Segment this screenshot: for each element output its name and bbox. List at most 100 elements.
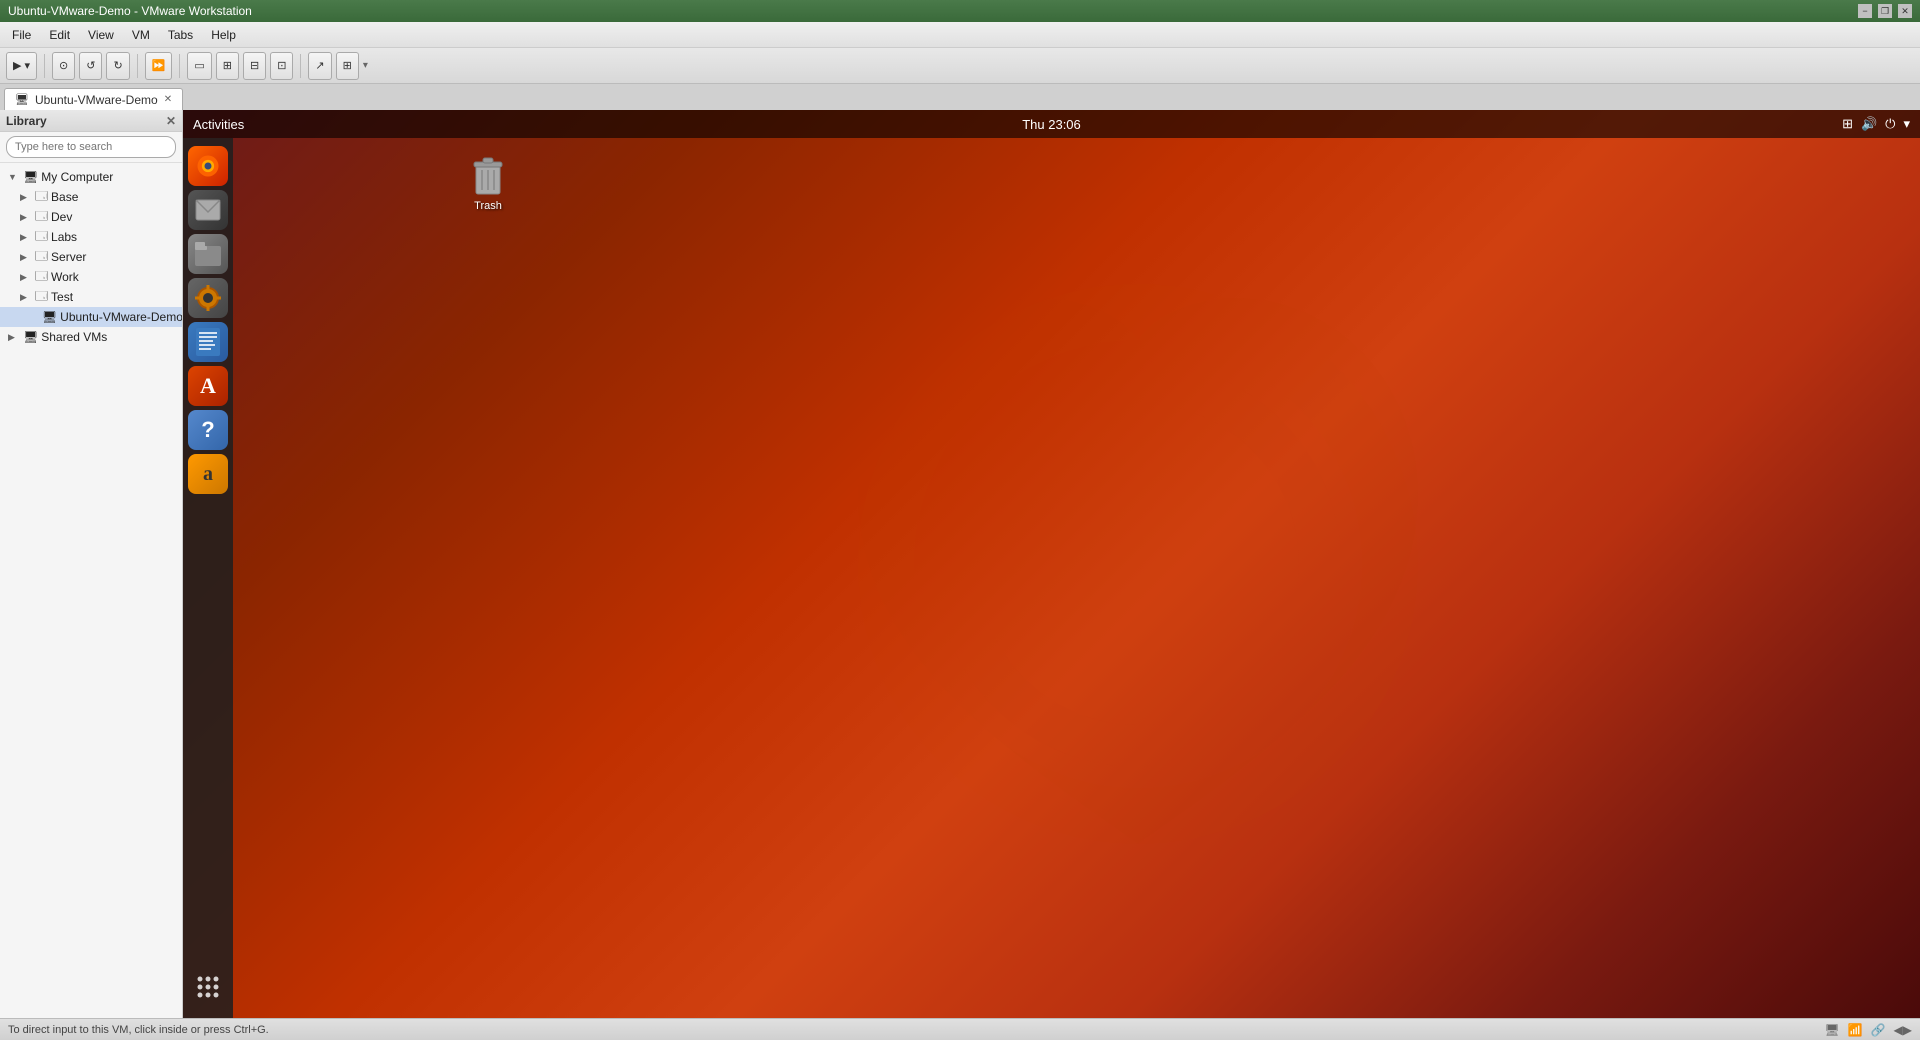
sidebar: Library ✕ ▼ 🖥 My Computer ▶ 🗔 Base ▶ 🗔 D… [0,110,183,1018]
trash-icon[interactable]: Trash [453,150,523,216]
unity-button[interactable]: ⊞ [336,52,359,80]
revert-icon: ↺ [86,59,95,72]
active-tab[interactable]: 🖥 Ubuntu-VMware-Demo ✕ [4,88,183,110]
dock-email[interactable] [188,190,228,230]
library-search-input[interactable] [6,136,176,158]
replay-button[interactable]: ↻ [106,52,129,80]
ubuntu-dock: A ? a [183,138,233,1018]
library-header: Library ✕ [0,110,182,132]
trash-icon-image [466,154,510,198]
tree-base-label: Base [51,190,78,204]
tree-ubuntu-demo[interactable]: ▶ 🖥 Ubuntu-VMware-Demo [0,307,182,327]
dock-files[interactable] [188,234,228,274]
restore-button[interactable]: ❐ [1878,4,1892,18]
tree-expand-base: ▶ [20,192,32,203]
tree-expand-labs: ▶ [20,232,32,243]
suspend-icon: ⊙ [59,59,68,72]
volume-icon[interactable]: 🔊 [1861,116,1877,132]
tab-close-button[interactable]: ✕ [164,94,172,105]
tree-labs[interactable]: ▶ 🗔 Labs [0,227,182,247]
titlebar-controls: − ❐ ✕ [1858,4,1912,18]
power-systray-icon[interactable]: ⏻ [1885,116,1895,132]
tree-server[interactable]: ▶ 🗔 Server [0,247,182,267]
menu-tabs[interactable]: Tabs [160,26,201,44]
tree-expand-shared: ▶ [8,332,20,343]
view-single-button[interactable]: ▭ [187,52,211,80]
view-split-h-button[interactable]: ⊞ [216,52,239,80]
tree-server-label: Server [51,250,86,264]
tree-my-computer-label: My Computer [41,170,113,184]
computer-icon: 🖥 [23,170,38,184]
menubar: File Edit View VM Tabs Help [0,22,1920,48]
ubuntu-desktop[interactable]: Activities Thu 23:06 ⊞ 🔊 ⏻ ▾ [183,110,1920,1018]
fullscreen-button[interactable]: ↗ [308,52,331,80]
tree-work[interactable]: ▶ 🗔 Work [0,267,182,287]
menu-view[interactable]: View [80,26,122,44]
vm-icon-ubuntu: 🖥 [42,310,57,324]
tree-dev-label: Dev [51,210,72,224]
send-button[interactable]: ⏩ [145,52,173,80]
revert-button[interactable]: ↺ [79,52,102,80]
power-icon: ▶ [13,59,21,72]
menu-edit[interactable]: Edit [41,26,78,44]
vm-icon-base: 🗔 [35,187,48,208]
view-split-v-icon: ⊟ [250,59,259,72]
tree-ubuntu-label: Ubuntu-VMware-Demo [60,310,182,324]
dock-settings[interactable] [188,278,228,318]
menu-vm[interactable]: VM [124,26,158,44]
menu-help[interactable]: Help [203,26,244,44]
tree-my-computer[interactable]: ▼ 🖥 My Computer [0,167,182,187]
statusbar-monitor-icon: 🖥 [1824,1023,1839,1037]
tree-expand-work: ▶ [20,272,32,283]
dock-apps-grid-button[interactable] [189,968,227,1006]
vm-icon-work: 🗔 [35,267,48,288]
library-tree: ▼ 🖥 My Computer ▶ 🗔 Base ▶ 🗔 Dev ▶ 🗔 Lab… [0,163,182,1018]
tree-test[interactable]: ▶ 🗔 Test [0,287,182,307]
titlebar-title: Ubuntu-VMware-Demo - VMware Workstation [8,4,252,18]
view-single-icon: ▭ [194,59,204,72]
toolbar-separator-3 [179,54,180,78]
tree-base[interactable]: ▶ 🗔 Base [0,187,182,207]
vm-icon-dev: 🗔 [35,207,48,228]
statusbar-network-icon: 📶 [1848,1023,1863,1037]
dock-amazon[interactable]: a [188,454,228,494]
tree-labs-label: Labs [51,230,77,244]
activities-button[interactable]: Activities [193,117,244,132]
unity-dropdown: ▾ [363,60,368,71]
dock-appstore[interactable]: A [188,366,228,406]
shared-icon: 🖥 [23,330,38,344]
titlebar: Ubuntu-VMware-Demo - VMware Workstation … [0,0,1920,22]
fullscreen-icon: ↗ [315,59,324,72]
tree-expand-test: ▶ [20,292,32,303]
view-split-v-button[interactable]: ⊟ [243,52,266,80]
systray-dropdown-icon[interactable]: ▾ [1903,116,1910,132]
tab-label: Ubuntu-VMware-Demo [35,93,158,107]
dock-writer[interactable] [188,322,228,362]
replay-icon: ↻ [113,59,122,72]
tree-expand-server: ▶ [20,252,32,263]
toolbar-separator-1 [44,54,45,78]
tree-shared-vms[interactable]: ▶ 🖥 Shared VMs [0,327,182,347]
tree-shared-label: Shared VMs [41,330,107,344]
minimize-button[interactable]: − [1858,4,1872,18]
vm-display-area[interactable]: Activities Thu 23:06 ⊞ 🔊 ⏻ ▾ [183,110,1920,1018]
library-title: Library [6,114,47,128]
tree-dev[interactable]: ▶ 🗔 Dev [0,207,182,227]
library-search-container [0,132,182,163]
toolbar: ▶ ▾ ⊙ ↺ ↻ ⏩ ▭ ⊞ ⊟ ⊡ ↗ ⊞ ▾ [0,48,1920,84]
power-button[interactable]: ▶ ▾ [6,52,37,80]
view-tabs-button[interactable]: ⊡ [270,52,293,80]
toolbar-separator-2 [137,54,138,78]
dock-help[interactable]: ? [188,410,228,450]
view-tabs-icon: ⊡ [277,59,286,72]
main-area: Library ✕ ▼ 🖥 My Computer ▶ 🗔 Base ▶ 🗔 D… [0,110,1920,1018]
view-split-h-icon: ⊞ [223,59,232,72]
close-button[interactable]: ✕ [1898,4,1912,18]
ubuntu-systray: ⊞ 🔊 ⏻ ▾ [1842,116,1910,132]
library-close-button[interactable]: ✕ [166,114,176,128]
network-icon[interactable]: ⊞ [1842,116,1853,132]
menu-file[interactable]: File [4,26,39,44]
vm-icon-labs: 🗔 [35,227,48,248]
dock-firefox[interactable] [188,146,228,186]
suspend-button[interactable]: ⊙ [52,52,75,80]
